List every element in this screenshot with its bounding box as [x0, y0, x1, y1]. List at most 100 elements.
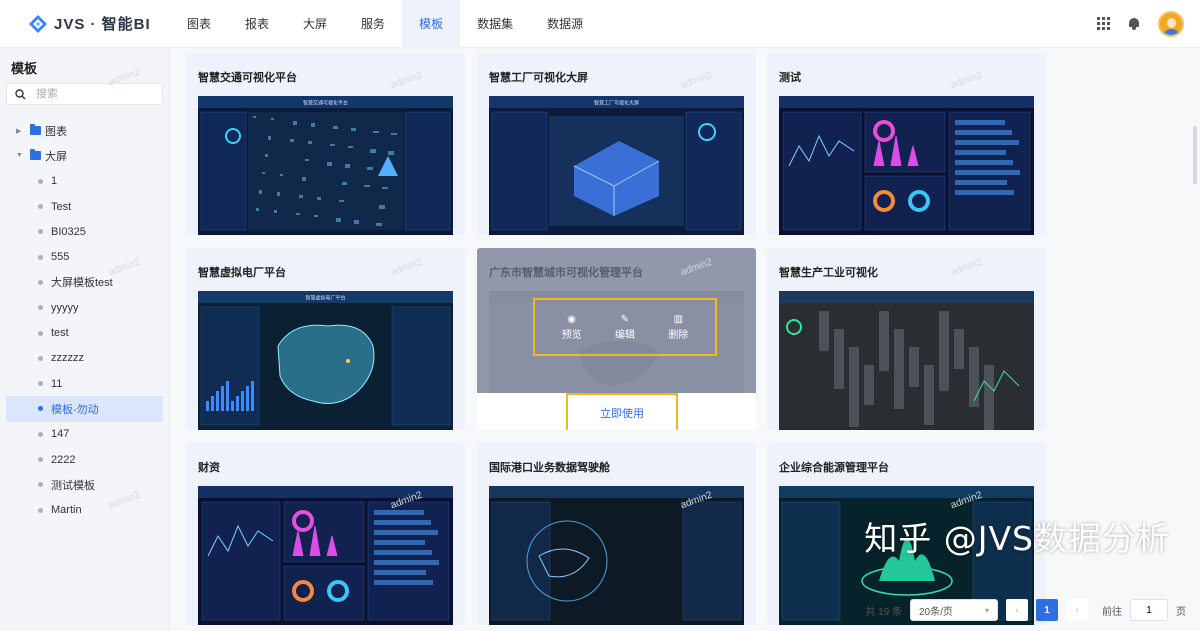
nav-tab[interactable]: 模板 [402, 0, 461, 48]
bullet-icon [38, 381, 43, 387]
tree-item[interactable]: test [6, 320, 163, 345]
caret-down-icon[interactable]: ▼ [16, 152, 30, 159]
tree-item-label: 图表 [45, 125, 67, 138]
page-suffix: 页 [1176, 606, 1186, 618]
card-actions: ◉ 预览 ✎ 编辑 ▥ 删除 [533, 298, 717, 356]
folder-icon [30, 124, 41, 136]
eye-icon: ◉ [567, 313, 577, 325]
thumb-title: 智慧工厂可视化大屏 [594, 100, 639, 107]
hover-overlay: ◉ 预览 ✎ 编辑 ▥ 删除 [477, 248, 756, 393]
card-title: 企业综合能源管理平台 [779, 462, 889, 474]
page-size-value: 20条/页 [919, 606, 953, 618]
edit-button[interactable]: ✎ 编辑 [615, 314, 635, 341]
tree-item[interactable]: zzzzzz [6, 346, 163, 371]
template-thumbnail [779, 291, 1034, 430]
delete-button[interactable]: ▥ 删除 [668, 314, 688, 341]
tree-item[interactable]: Test [6, 194, 163, 219]
tree-item-label: 1 [51, 175, 58, 188]
card-title: 财资 [198, 462, 220, 474]
avatar[interactable] [1158, 10, 1184, 37]
tree-folder[interactable]: ▼ 大屏 [6, 143, 163, 168]
total-count: 共 19 条 [865, 606, 902, 618]
tree-item[interactable]: 11 [6, 371, 163, 396]
sidebar-title: 模板 [11, 61, 38, 76]
template-card[interactable]: 智慧交通可视化平台 智慧交通可视化平台 [186, 53, 465, 235]
thumb-title: 智慧交通可视化平台 [303, 100, 348, 107]
bullet-icon [38, 507, 43, 513]
goto-page-input[interactable] [1130, 599, 1168, 621]
template-thumbnail: 智慧交通可视化平台 [198, 96, 453, 235]
template-card[interactable]: 智慧虚拟电厂平台 智慧虚拟电厂平台 [186, 248, 465, 430]
sidebar: 模板 ▶ 图表 ▼ 大屏 1 Test BI0325 555 大屏模板test yyyyy test… [0, 48, 170, 631]
search-input[interactable] [36, 88, 136, 100]
logo[interactable]: JVS · 智能BI [0, 13, 170, 34]
tree-item[interactable]: 555 [6, 244, 163, 269]
tree-item-label: 555 [51, 251, 70, 264]
tree-item-label: 大屏模板test [51, 277, 113, 290]
tree-item-label: 2222 [51, 453, 76, 466]
bullet-icon [38, 229, 43, 235]
template-thumbnail [779, 96, 1034, 235]
pagination: 共 19 条 20条/页 ▾ ‹ 1 › 前往 页 [170, 596, 1200, 624]
nav-tab[interactable]: 报表 [228, 0, 286, 48]
tree-item[interactable]: 1 [6, 169, 163, 194]
tree-item[interactable]: 模板-勿动 [6, 396, 163, 422]
use-bar: 立即使用 [477, 393, 756, 430]
tree-item[interactable]: 147 [6, 422, 163, 447]
scrollbar[interactable] [1193, 126, 1197, 184]
main-nav: 图表 报表 大屏 服务 模板 数据集 数据源 [170, 0, 600, 48]
page-size-select[interactable]: 20条/页 ▾ [910, 599, 998, 621]
card-title: 智慧工厂可视化大屏 [489, 72, 588, 84]
nav-tab[interactable]: 图表 [170, 0, 228, 48]
tree-item-label: 11 [51, 377, 63, 390]
tree-item-label: 大屏 [45, 150, 67, 163]
template-card[interactable]: 智慧生产工业可视化 [767, 248, 1046, 430]
logo-icon [29, 14, 47, 33]
nav-tab[interactable]: 数据源 [530, 0, 600, 48]
bullet-icon [38, 330, 43, 336]
next-page-button[interactable]: › [1066, 599, 1088, 621]
card-title: 智慧交通可视化平台 [198, 72, 297, 84]
bell-icon[interactable] [1128, 17, 1140, 30]
nav-tab[interactable]: 大屏 [286, 0, 344, 48]
bullet-icon [38, 431, 43, 437]
template-card[interactable]: 测试 [767, 53, 1046, 235]
watermark-text: 知乎 @JVS数据分析 [864, 519, 1170, 558]
nav-tab[interactable]: 数据集 [460, 0, 530, 48]
caret-right-icon[interactable]: ▶ [16, 127, 30, 135]
tree-item[interactable]: 测试模板 [6, 472, 163, 497]
template-card[interactable]: 智慧工厂可视化大屏 智慧工厂可视化大屏 [477, 53, 756, 235]
template-card[interactable]: 广东市智慧城市可视化管理平台◉预览✎编辑▥删除立即使用 [477, 248, 756, 430]
tree-item-label: yyyyy [51, 301, 79, 314]
tree-item-label: 147 [51, 428, 70, 441]
app-name: JVS · 智能BI [54, 16, 151, 33]
bullet-icon [38, 305, 43, 311]
prev-page-button[interactable]: ‹ [1006, 599, 1028, 621]
bullet-icon [38, 457, 43, 462]
card-title: 测试 [779, 72, 801, 84]
tree-folder[interactable]: ▶ 图表 [6, 118, 163, 143]
tree-item-label: BI0325 [51, 225, 86, 238]
tree-item[interactable]: Martin [6, 497, 163, 522]
tree-item[interactable]: 大屏模板test [6, 270, 163, 295]
top-bar: JVS · 智能BI 图表 报表 大屏 服务 模板 数据集 数据源 [0, 0, 1200, 48]
delete-label: 删除 [668, 329, 689, 341]
page-number[interactable]: 1 [1036, 599, 1058, 621]
apps-grid-icon[interactable] [1097, 17, 1110, 30]
bullet-icon [38, 204, 43, 210]
edit-icon: ✎ [620, 313, 630, 325]
folder-icon [30, 149, 41, 161]
bullet-icon [38, 178, 43, 184]
trash-icon: ▥ [673, 313, 684, 325]
search-icon [15, 88, 26, 99]
tree-item[interactable]: BI0325 [6, 219, 163, 244]
tree-item[interactable]: yyyyy [6, 295, 163, 320]
bullet-icon [38, 406, 43, 412]
template-thumbnail: 智慧虚拟电厂平台 [198, 291, 453, 430]
preview-button[interactable]: ◉ 预览 [562, 314, 582, 341]
use-now-button[interactable]: 立即使用 [566, 393, 678, 430]
tree-item[interactable]: 2222 [6, 447, 163, 472]
nav-tab[interactable]: 服务 [344, 0, 402, 48]
card-title: 国际港口业务数据驾驶舱 [489, 462, 610, 474]
tree-item-label: 模板-勿动 [51, 403, 99, 416]
